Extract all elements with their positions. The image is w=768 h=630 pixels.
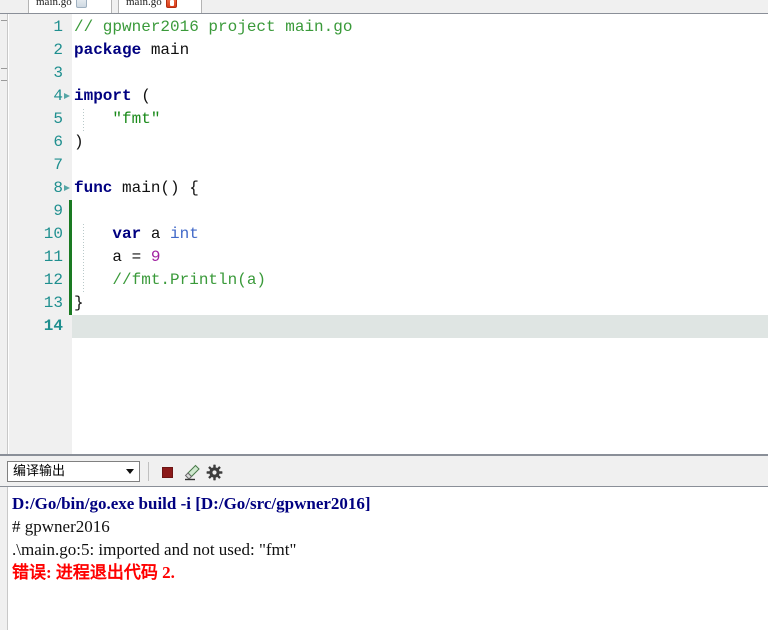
output-line: .\main.go:5: imported and not used: "fmt… bbox=[12, 540, 297, 559]
code-token: func bbox=[74, 179, 113, 197]
code-token: var bbox=[112, 225, 142, 243]
error-icon[interactable] bbox=[165, 0, 177, 8]
line-number: 1 bbox=[53, 18, 63, 36]
code-token: main() { bbox=[112, 179, 199, 197]
tab-label: main.go bbox=[126, 0, 162, 8]
code-line-text: import ( bbox=[74, 85, 151, 108]
code-line-text: var a int bbox=[74, 223, 199, 246]
code-token: a bbox=[141, 225, 171, 243]
toolbar-divider bbox=[148, 462, 149, 481]
code-line-text: //fmt.Println(a) bbox=[74, 269, 266, 292]
output-left-strip bbox=[0, 487, 8, 630]
code-line[interactable]: 4 import ( bbox=[0, 85, 768, 108]
code-token: 9 bbox=[150, 248, 161, 266]
editor-tab-bar: main.go main.go bbox=[0, 0, 768, 13]
line-number: 14 bbox=[43, 317, 63, 335]
code-line[interactable]: 1 // gpwner2016 project main.go bbox=[0, 16, 768, 39]
code-line[interactable]: 5 "fmt" bbox=[0, 108, 768, 131]
editor-tab-main-go-2[interactable]: main.go bbox=[118, 0, 202, 13]
chevron-down-icon[interactable] bbox=[121, 469, 139, 474]
code-line-text: a = 9 bbox=[74, 246, 160, 269]
line-number: 10 bbox=[43, 225, 63, 243]
window-restore-icon[interactable] bbox=[75, 0, 87, 8]
clear-output-button[interactable] bbox=[182, 462, 202, 482]
output-line: D:/Go/bin/go.exe build -i [D:/Go/src/gpw… bbox=[12, 494, 371, 513]
ide-window: main.go main.go 1 // gpwner2016 project m… bbox=[0, 0, 768, 630]
line-number: 13 bbox=[43, 294, 63, 312]
output-source-select[interactable]: 编译输出 bbox=[7, 461, 140, 482]
line-number: 8 bbox=[53, 179, 63, 197]
code-line[interactable]: 13} bbox=[0, 292, 768, 315]
line-number: 6 bbox=[53, 133, 63, 151]
code-token: main bbox=[141, 41, 190, 59]
code-line[interactable]: 14 bbox=[0, 315, 768, 338]
line-number: 11 bbox=[43, 248, 63, 266]
code-token: } bbox=[74, 294, 84, 312]
code-line-text: // gpwner2016 project main.go bbox=[74, 16, 352, 39]
tab-label: main.go bbox=[36, 0, 72, 8]
active-line-highlight bbox=[72, 315, 768, 338]
gear-icon bbox=[206, 464, 223, 486]
code-token: package bbox=[74, 41, 142, 59]
code-line-text: package main bbox=[74, 39, 189, 62]
fold-triangle-icon[interactable] bbox=[64, 93, 70, 99]
change-marker bbox=[69, 292, 72, 315]
output-source-label: 编译输出 bbox=[13, 464, 66, 479]
line-number: 4 bbox=[53, 87, 63, 105]
code-lines: 1 // gpwner2016 project main.go 2 package m… bbox=[0, 16, 768, 338]
code-line[interactable]: 2 package main bbox=[0, 39, 768, 62]
line-number: 3 bbox=[53, 64, 63, 82]
code-token: int bbox=[170, 225, 199, 243]
line-number: 7 bbox=[53, 156, 63, 174]
code-editor[interactable]: 1 // gpwner2016 project main.go 2 package m… bbox=[0, 13, 768, 456]
code-token: "fmt" bbox=[112, 110, 161, 128]
output-toolbar: 编译输出 bbox=[0, 458, 768, 486]
output-settings-button[interactable] bbox=[204, 462, 224, 482]
code-line[interactable]: 3 bbox=[0, 62, 768, 85]
code-line-text: ) bbox=[74, 131, 84, 154]
code-token: ) bbox=[74, 133, 84, 151]
line-number: 9 bbox=[53, 202, 63, 220]
code-token: a = bbox=[74, 248, 151, 266]
code-line-text: } bbox=[74, 292, 84, 315]
code-line-text: "fmt" bbox=[74, 108, 160, 131]
line-number: 12 bbox=[43, 271, 63, 289]
eraser-icon bbox=[183, 464, 201, 486]
code-line-text: func main() { bbox=[74, 177, 199, 200]
output-line: # gpwner2016 bbox=[12, 517, 110, 536]
change-marker bbox=[69, 246, 72, 269]
code-line[interactable]: 9 bbox=[0, 200, 768, 223]
code-line[interactable]: 6) bbox=[0, 131, 768, 154]
line-number: 5 bbox=[53, 110, 63, 128]
change-marker bbox=[69, 200, 72, 223]
code-line[interactable]: 10 var a int bbox=[0, 223, 768, 246]
code-token: // gpwner2016 project main.go bbox=[74, 18, 353, 36]
code-token: //fmt.Println(a) bbox=[112, 271, 267, 289]
editor-tab-main-go-1[interactable]: main.go bbox=[28, 0, 112, 13]
code-token: import bbox=[74, 87, 132, 105]
code-line[interactable]: 12 //fmt.Println(a) bbox=[0, 269, 768, 292]
line-number: 2 bbox=[53, 41, 63, 59]
change-marker bbox=[69, 223, 72, 246]
output-text: D:/Go/bin/go.exe build -i [D:/Go/src/gpw… bbox=[12, 492, 764, 584]
output-line: 错误: 进程退出代码 2. bbox=[12, 563, 175, 582]
code-line[interactable]: 11 a = 9 bbox=[0, 246, 768, 269]
code-token: ( bbox=[131, 87, 151, 105]
stop-icon bbox=[162, 467, 173, 478]
code-line[interactable]: 8 func main() { bbox=[0, 177, 768, 200]
stop-button[interactable] bbox=[158, 462, 178, 482]
change-marker bbox=[69, 269, 72, 292]
compile-output-panel[interactable]: D:/Go/bin/go.exe build -i [D:/Go/src/gpw… bbox=[0, 486, 768, 630]
code-line[interactable]: 7 bbox=[0, 154, 768, 177]
fold-triangle-icon[interactable] bbox=[64, 185, 70, 191]
